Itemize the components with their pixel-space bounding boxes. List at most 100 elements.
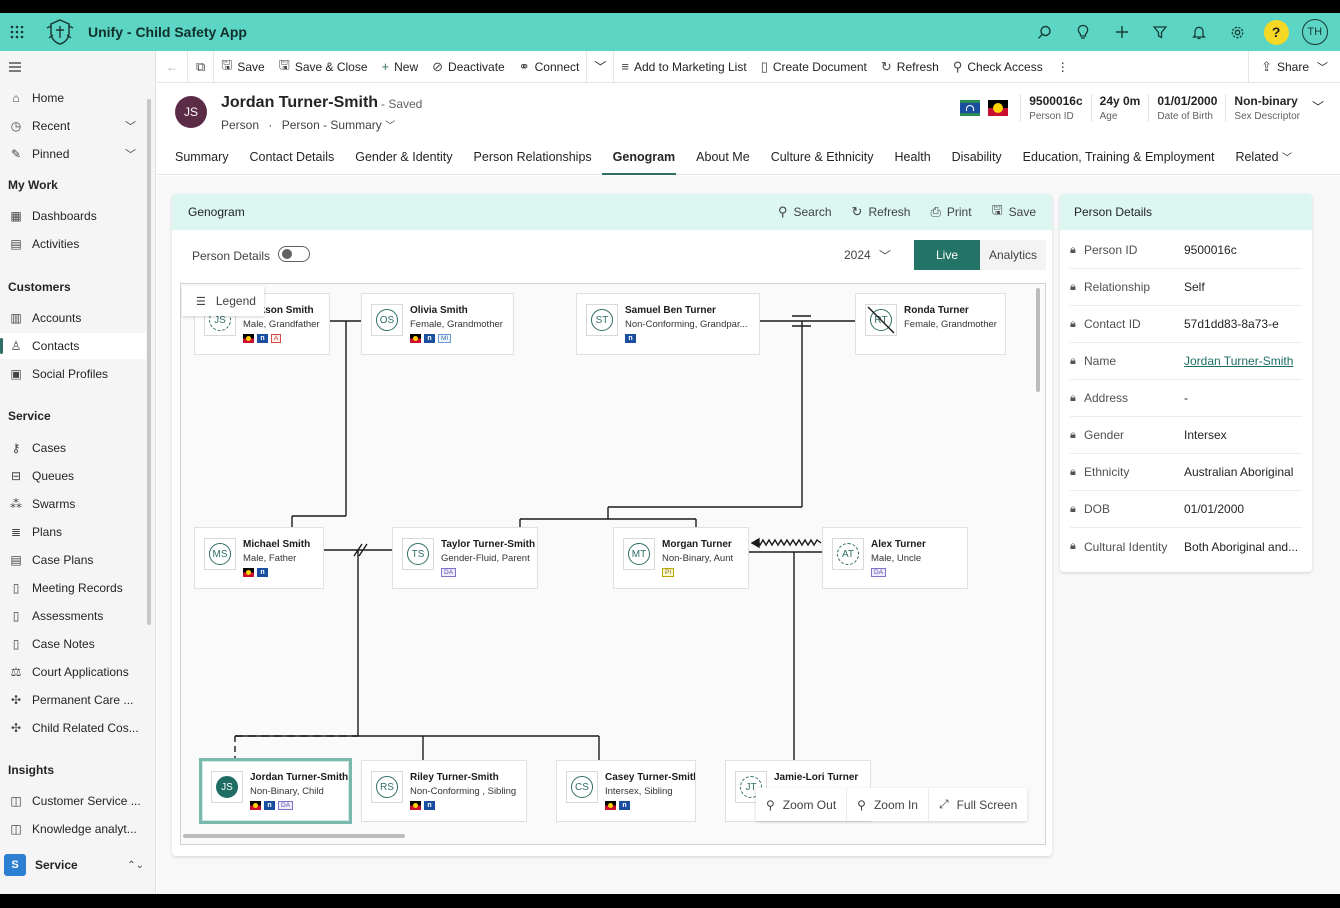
nav-item-plans[interactable]: ≣ Plans: [0, 519, 146, 545]
full-screen-button[interactable]: ⤢ Full Screen: [929, 788, 1027, 821]
form-selector[interactable]: Person - Summary ﹀: [282, 118, 395, 132]
open-new-window-button[interactable]: ⧉: [188, 51, 213, 83]
year-select[interactable]: 2024: [844, 248, 871, 262]
refresh-icon: ↻: [851, 204, 863, 219]
nav-item-customer-service[interactable]: ◫ Customer Service ...: [0, 788, 146, 814]
plus-icon[interactable]: [1102, 13, 1141, 51]
save-button[interactable]: 🖫 Save: [214, 51, 271, 83]
genogram-search-button[interactable]: ⚲ Search: [778, 204, 832, 220]
command-bar: ← ⧉ 🖫 Save 🖫 Save & Close + New ⊘ Deactivate…: [157, 50, 1340, 83]
queue-icon: ⊟: [10, 469, 22, 483]
nav-item-meeting-records[interactable]: ▯ Meeting Records: [0, 575, 146, 601]
genogram-person-node[interactable]: CS Casey Turner-Smith Intersex, Sibling …: [556, 760, 696, 822]
live-view-button[interactable]: Live: [914, 240, 980, 270]
chevron-down-icon: ﹀: [594, 60, 607, 74]
connect-dropdown[interactable]: ﹀: [587, 51, 613, 83]
nav-item-recent[interactable]: ◷ Recent ﹀: [0, 113, 146, 139]
nav-item-accounts[interactable]: ▥ Accounts: [0, 305, 146, 331]
header-expand-chevron-icon[interactable]: ﹀: [1312, 98, 1324, 115]
bell-icon[interactable]: [1180, 13, 1219, 51]
nav-item-knowledge-analytics[interactable]: ◫ Knowledge analyt...: [0, 816, 146, 842]
nav-item-case-notes[interactable]: ▯ Case Notes: [0, 631, 146, 657]
vertical-scrollbar[interactable]: [1036, 288, 1040, 392]
genogram-canvas[interactable]: ☰ Legend JS Jackson Smith Male, Grandfath…: [180, 283, 1046, 845]
save-status: - Saved: [381, 97, 423, 111]
tab-related[interactable]: Related ﹀: [1225, 145, 1303, 175]
nav-item-assessments[interactable]: ▯ Assessments: [0, 603, 146, 629]
gear-icon[interactable]: [1218, 13, 1257, 51]
create-document-button[interactable]: ▯ Create Document: [754, 51, 874, 83]
genogram-person-node[interactable]: RS Riley Turner-Smith Non-Conforming , S…: [361, 760, 527, 822]
nav-item-activities[interactable]: ▤ Activities: [0, 231, 146, 257]
genogram-person-node[interactable]: AT Alex Turner Male, Uncle DA: [822, 527, 968, 589]
nav-item-swarms[interactable]: ⁂ Swarms: [0, 491, 146, 517]
chevron-down-icon[interactable]: ﹀: [879, 247, 891, 264]
nav-collapse-button[interactable]: [0, 54, 146, 80]
user-avatar[interactable]: TH: [1295, 13, 1334, 51]
person-details-toggle[interactable]: [278, 246, 310, 262]
legend-button[interactable]: ☰ Legend: [182, 286, 264, 316]
connect-button[interactable]: ⚭ Connect: [512, 51, 587, 83]
nav-item-social-profiles[interactable]: ▣ Social Profiles: [0, 361, 146, 387]
genogram-refresh-button[interactable]: ↻ Refresh: [852, 204, 911, 220]
badge-label: PI: [662, 568, 675, 577]
tab-person-relationships[interactable]: Person Relationships: [463, 145, 602, 175]
nav-item-cases[interactable]: ⚷ Cases: [0, 435, 146, 461]
filter-icon[interactable]: [1141, 13, 1180, 51]
help-icon[interactable]: ?: [1257, 13, 1296, 51]
genogram-person-node[interactable]: MS Michael Smith Male, Father n: [194, 527, 324, 589]
area-switcher[interactable]: S Service ⌃⌄: [0, 850, 156, 880]
chevron-down-icon[interactable]: ﹀: [125, 146, 136, 162]
nav-item-dashboards[interactable]: ▦ Dashboards: [0, 203, 146, 229]
app-launcher-icon[interactable]: [0, 25, 34, 39]
nav-item-pinned[interactable]: ✎ Pinned ﹀: [0, 141, 146, 167]
genogram-person-node[interactable]: MT Morgan Turner Non-Binary, Aunt PI: [613, 527, 749, 589]
genogram-person-node[interactable]: RT Ronda Turner Female, Grandmother: [855, 293, 1006, 355]
tab-summary[interactable]: Summary: [175, 145, 239, 175]
nav-item-contacts[interactable]: ♙ Contacts: [0, 333, 146, 359]
tab-about-me[interactable]: About Me: [686, 145, 761, 175]
check-access-button[interactable]: ⚲ Check Access: [946, 51, 1050, 83]
tab-disability[interactable]: Disability: [941, 145, 1012, 175]
nav-item-home[interactable]: ⌂ Home: [0, 85, 146, 111]
save-close-button[interactable]: 🖫 Save & Close: [272, 51, 375, 83]
genogram-person-node[interactable]: ST Samuel Ben Turner Non-Conforming, Gra…: [576, 293, 760, 355]
share-button[interactable]: ⇪ Share ﹀: [1249, 51, 1340, 83]
genogram-save-button[interactable]: 🖫 Save: [992, 201, 1036, 223]
zoom-out-button[interactable]: ⚲ Zoom Out: [756, 788, 848, 821]
genogram-person-node[interactable]: TS Taylor Turner-Smith Gender-Fluid, Par…: [392, 527, 538, 589]
tab-genogram[interactable]: Genogram: [602, 145, 686, 175]
nav-item-court-applications[interactable]: ⚖ Court Applications: [0, 659, 146, 685]
genogram-person-node-selected[interactable]: JS Jordan Turner-Smith Non-Binary, Child…: [199, 758, 352, 824]
app-title[interactable]: Unify - Child Safety App: [88, 24, 247, 40]
record-name: Jordan Turner-Smith: [221, 94, 379, 111]
horizontal-scrollbar[interactable]: [183, 834, 405, 838]
deactivate-button[interactable]: ⊘ Deactivate: [425, 51, 512, 83]
report-icon: ◫: [10, 822, 22, 836]
tab-contact-details[interactable]: Contact Details: [239, 145, 345, 175]
analytics-view-button[interactable]: Analytics: [980, 240, 1046, 270]
chevron-down-icon[interactable]: ﹀: [125, 118, 136, 134]
nav-item-permanent-care[interactable]: ✣ Permanent Care ...: [0, 687, 146, 713]
tab-health[interactable]: Health: [884, 145, 941, 175]
tab-education[interactable]: Education, Training & Employment: [1012, 145, 1225, 175]
nav-item-case-plans[interactable]: ▤ Case Plans: [0, 547, 146, 573]
genogram-person-node[interactable]: OS Olivia Smith Female, Grandmother n MI: [361, 293, 514, 355]
refresh-button[interactable]: ↻ Refresh: [874, 51, 946, 83]
zoom-in-button[interactable]: ⚲ Zoom In: [847, 788, 929, 821]
tab-gender-identity[interactable]: Gender & Identity: [345, 145, 463, 175]
lightbulb-icon[interactable]: [1064, 13, 1103, 51]
record-avatar: JS: [175, 96, 207, 128]
tab-culture-ethnicity[interactable]: Culture & Ethnicity: [760, 145, 884, 175]
nav-scrollbar[interactable]: [147, 99, 151, 625]
name-link[interactable]: Jordan Turner-Smith: [1184, 354, 1302, 368]
back-button[interactable]: ←: [157, 51, 187, 83]
nav-item-queues[interactable]: ⊟ Queues: [0, 463, 146, 489]
search-icon[interactable]: [1025, 13, 1064, 51]
genogram-print-button[interactable]: ⎙ Print: [930, 204, 971, 220]
more-commands-button[interactable]: ⋮: [1050, 51, 1076, 83]
dashboard-icon: ▦: [10, 209, 22, 223]
add-to-marketing-list-button[interactable]: ≡ Add to Marketing List: [614, 51, 753, 83]
new-button[interactable]: + New: [375, 51, 426, 83]
nav-item-child-related-costs[interactable]: ✣ Child Related Cos...: [0, 715, 146, 741]
